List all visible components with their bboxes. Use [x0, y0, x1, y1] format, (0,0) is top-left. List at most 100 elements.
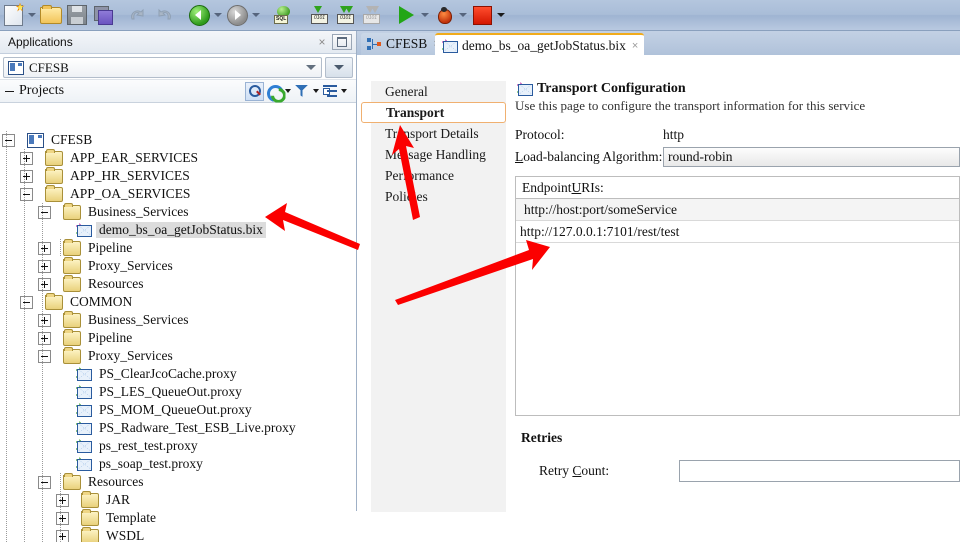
- collapse-projects-icon[interactable]: [4, 86, 15, 97]
- toolbar-separator-1: [116, 0, 125, 30]
- expand-icon[interactable]: [38, 242, 51, 255]
- save-button[interactable]: [65, 3, 89, 27]
- tab-demo-bix-close-icon[interactable]: ×: [632, 40, 638, 52]
- tree-folder-row[interactable]: JAR: [0, 491, 356, 509]
- tree-folder-row[interactable]: COMMON: [0, 293, 356, 311]
- tab-demo-bix[interactable]: demo_bs_oa_getJobStatus.bix ×: [435, 33, 644, 57]
- tree-folder-row[interactable]: Pipeline: [0, 239, 356, 257]
- tree-folder-row[interactable]: Resources: [0, 275, 356, 293]
- collapse-icon[interactable]: [38, 476, 51, 489]
- undo-button[interactable]: [126, 3, 150, 27]
- tree-folder-row[interactable]: Business_Services: [0, 203, 356, 221]
- subnav-item-general[interactable]: General: [371, 81, 506, 102]
- subnav-item-message-handling[interactable]: Message Handling: [371, 144, 506, 165]
- step-into-button[interactable]: 0101: [307, 3, 331, 27]
- subnav-item-transport[interactable]: Transport: [361, 102, 506, 123]
- stop-button[interactable]: [470, 3, 494, 27]
- tree-file-row[interactable]: ps_soap_test.proxy: [0, 455, 356, 473]
- tree-node-label: CFESB: [48, 132, 95, 148]
- debug-dropdown[interactable]: [457, 3, 469, 27]
- expand-icon[interactable]: [38, 314, 51, 327]
- tree-folder-row[interactable]: WSDL: [0, 527, 356, 542]
- tree-folder-row[interactable]: APP_EAR_SERVICES: [0, 149, 356, 167]
- new-file-button[interactable]: [1, 3, 25, 27]
- tree-folder-row[interactable]: CFESB: [0, 131, 356, 149]
- tree-folder-row[interactable]: Template: [0, 509, 356, 527]
- new-file-dropdown[interactable]: [26, 3, 38, 27]
- collapse-icon[interactable]: [2, 134, 15, 147]
- forward-dropdown[interactable]: [250, 3, 262, 27]
- project-tree[interactable]: CFESBAPP_EAR_SERVICESAPP_HR_SERVICESAPP_…: [0, 131, 356, 542]
- retry-count-input[interactable]: [679, 460, 960, 482]
- tree-connector: [56, 455, 65, 473]
- tree-guide-line: [6, 131, 7, 542]
- tree-connector: [69, 491, 78, 509]
- collapse-icon[interactable]: [38, 350, 51, 363]
- run-button[interactable]: [394, 3, 418, 27]
- expand-icon[interactable]: [38, 332, 51, 345]
- tree-file-row[interactable]: PS_ClearJcoCache.proxy: [0, 365, 356, 383]
- endpoint-uri-item-1[interactable]: http://127.0.0.1:7101/rest/test: [516, 221, 959, 243]
- refresh-button[interactable]: [265, 83, 282, 100]
- collapse-icon[interactable]: [20, 188, 33, 201]
- forward-button[interactable]: [225, 3, 249, 27]
- collapse-icon[interactable]: [38, 206, 51, 219]
- tree-folder-row[interactable]: APP_OA_SERVICES: [0, 185, 356, 203]
- tree-connector: [65, 419, 74, 437]
- tab-cfesb[interactable]: CFESB ×: [361, 33, 446, 55]
- application-menu-button[interactable]: [325, 57, 353, 78]
- tree-folder-row[interactable]: Pipeline: [0, 329, 356, 347]
- filter-button[interactable]: [293, 83, 310, 100]
- open-file-button[interactable]: [39, 3, 63, 27]
- tree-file-row[interactable]: PS_MOM_QueueOut.proxy: [0, 401, 356, 419]
- minimize-button[interactable]: [332, 34, 352, 50]
- step-out-button[interactable]: 0101: [359, 3, 383, 27]
- close-icon[interactable]: ×: [312, 35, 332, 49]
- subnav-item-policies[interactable]: Policies: [371, 186, 506, 207]
- application-combo[interactable]: CFESB: [3, 57, 322, 78]
- expand-icon[interactable]: [38, 260, 51, 273]
- sql-history-icon: [274, 6, 294, 24]
- tree-file-row[interactable]: PS_Radware_Test_ESB_Live.proxy: [0, 419, 356, 437]
- subnav-policies-label: Policies: [385, 189, 428, 205]
- endpoint-uri-item-0[interactable]: http://host:port/someService: [516, 199, 959, 221]
- tree-folder-row[interactable]: Proxy_Services: [0, 347, 356, 365]
- tree-file-row[interactable]: ps_rest_test.proxy: [0, 437, 356, 455]
- group-button[interactable]: [321, 83, 338, 100]
- tree-file-row[interactable]: demo_bs_oa_getJobStatus.bix: [0, 221, 356, 239]
- load-balancing-select[interactable]: round-robin: [663, 147, 960, 167]
- expand-icon[interactable]: [38, 278, 51, 291]
- subnav-item-transport-details[interactable]: Transport Details: [371, 123, 506, 144]
- expand-icon[interactable]: [56, 530, 69, 542]
- tree-folder-row[interactable]: Resources: [0, 473, 356, 491]
- filter-dropdown[interactable]: [311, 83, 320, 100]
- tree-connector: [51, 329, 60, 347]
- debug-button[interactable]: [432, 3, 456, 27]
- group-icon: [323, 85, 337, 97]
- tab-cfesb-label: CFESB: [386, 36, 427, 52]
- search-button[interactable]: [245, 82, 264, 101]
- tree-connector: [69, 527, 78, 542]
- back-dropdown[interactable]: [212, 3, 224, 27]
- tree-folder-row[interactable]: Proxy_Services: [0, 257, 356, 275]
- tree-guide-line: [24, 149, 25, 542]
- tree-folder-row[interactable]: Business_Services: [0, 311, 356, 329]
- group-dropdown[interactable]: [339, 83, 348, 100]
- tree-folder-row[interactable]: APP_HR_SERVICES: [0, 167, 356, 185]
- step-over-button[interactable]: 0101: [333, 3, 357, 27]
- new-file-icon: [4, 5, 23, 26]
- save-all-button[interactable]: [91, 3, 115, 27]
- collapse-icon[interactable]: [20, 296, 33, 309]
- run-dropdown[interactable]: [419, 3, 431, 27]
- endpoint-label-post: RIs:: [581, 180, 604, 196]
- stop-dropdown[interactable]: [495, 3, 507, 27]
- subnav-item-performance[interactable]: Performance: [371, 165, 506, 186]
- expand-icon[interactable]: [20, 170, 33, 183]
- expand-icon[interactable]: [56, 494, 69, 507]
- tree-file-row[interactable]: PS_LES_QueueOut.proxy: [0, 383, 356, 401]
- expand-icon[interactable]: [56, 512, 69, 525]
- sql-history-button[interactable]: [272, 3, 296, 27]
- redo-button[interactable]: [152, 3, 176, 27]
- back-button[interactable]: [187, 3, 211, 27]
- expand-icon[interactable]: [20, 152, 33, 165]
